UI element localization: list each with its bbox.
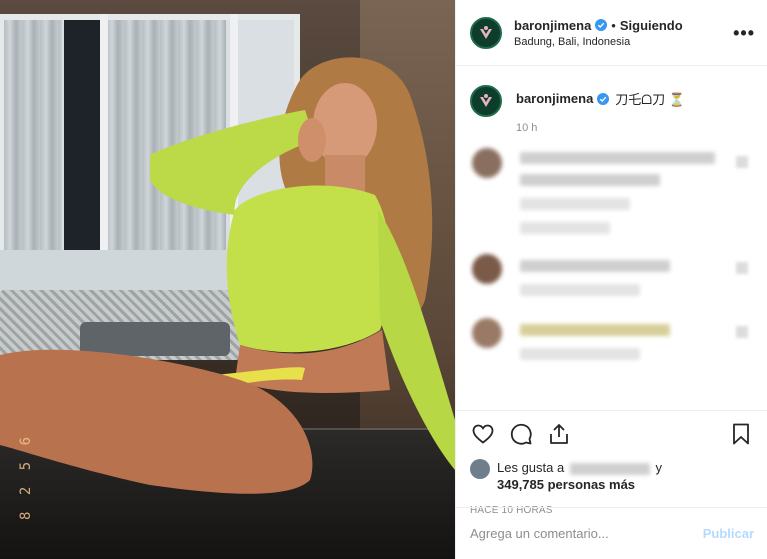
blurred-liker-name: [569, 462, 650, 475]
avatar-logo-icon: [475, 90, 497, 112]
liker-avatar[interactable]: [470, 459, 490, 479]
blurred-comment-text: [520, 174, 660, 186]
caption-text: 刀乇ᗝ刀 ⏳: [615, 92, 685, 107]
likes-summary: Les gusta a y 349,785 personas más: [470, 459, 754, 493]
comment-item: [470, 254, 754, 314]
verified-badge-icon: [595, 19, 608, 31]
comment-avatar[interactable]: [472, 148, 502, 178]
following-button[interactable]: Siguiendo: [620, 18, 683, 33]
blurred-comment-meta: [520, 348, 640, 360]
location-link[interactable]: Badung, Bali, Indonesia: [514, 36, 733, 48]
header-separator: •: [611, 17, 616, 33]
heart-icon[interactable]: [470, 421, 496, 447]
likes-prefix: Les gusta a: [497, 460, 565, 475]
comment-item: [470, 318, 754, 378]
caption-username[interactable]: baronjimena: [516, 91, 593, 106]
caption-time: 10 h: [516, 122, 538, 134]
add-comment-bar: Publicar: [456, 507, 767, 559]
comment-like-icon[interactable]: [736, 326, 748, 338]
blurred-comment-meta: [520, 198, 630, 210]
caption-avatar[interactable]: [470, 85, 502, 117]
comment-item: [470, 148, 754, 234]
post-header: baronjimena • Siguiendo Badung, Bali, In…: [456, 0, 767, 66]
post-side-panel: baronjimena • Siguiendo Badung, Bali, In…: [455, 0, 767, 559]
header-username[interactable]: baronjimena: [514, 18, 591, 33]
publish-button[interactable]: Publicar: [703, 526, 754, 541]
comment-like-icon[interactable]: [736, 262, 748, 274]
blurred-comment-text: [520, 152, 715, 164]
blurred-comment-text: [520, 260, 670, 272]
blurred-comment-meta: [520, 284, 640, 296]
likes-count-link[interactable]: 349,785 personas más: [497, 477, 635, 492]
person-figure: [0, 57, 455, 494]
comment-avatar[interactable]: [472, 254, 502, 284]
avatar-logo-icon: [475, 21, 497, 44]
share-icon[interactable]: [546, 421, 572, 447]
comment-like-icon[interactable]: [736, 156, 748, 168]
post-actions: Les gusta a y 349,785 personas más HACE …: [456, 410, 767, 516]
comment-icon[interactable]: [508, 421, 534, 447]
blurred-view-replies: [520, 222, 610, 234]
photo-date-stamp: 8 2 5 6: [18, 432, 34, 520]
post-photo[interactable]: 8 2 5 6: [0, 0, 455, 559]
more-options-icon[interactable]: •••: [733, 24, 755, 42]
profile-avatar[interactable]: [470, 16, 502, 49]
comment-input[interactable]: [470, 526, 703, 541]
blurred-comment-text: [520, 324, 670, 336]
verified-badge-icon: [597, 92, 610, 105]
comment-avatar[interactable]: [472, 318, 502, 348]
bookmark-icon[interactable]: [728, 421, 754, 447]
comments-list[interactable]: baronjimena 刀乇ᗝ刀 ⏳ 10 h: [456, 67, 767, 407]
caption: baronjimena 刀乇ᗝ刀 ⏳ 10 h: [456, 67, 767, 134]
likes-suffix: y: [655, 460, 662, 475]
